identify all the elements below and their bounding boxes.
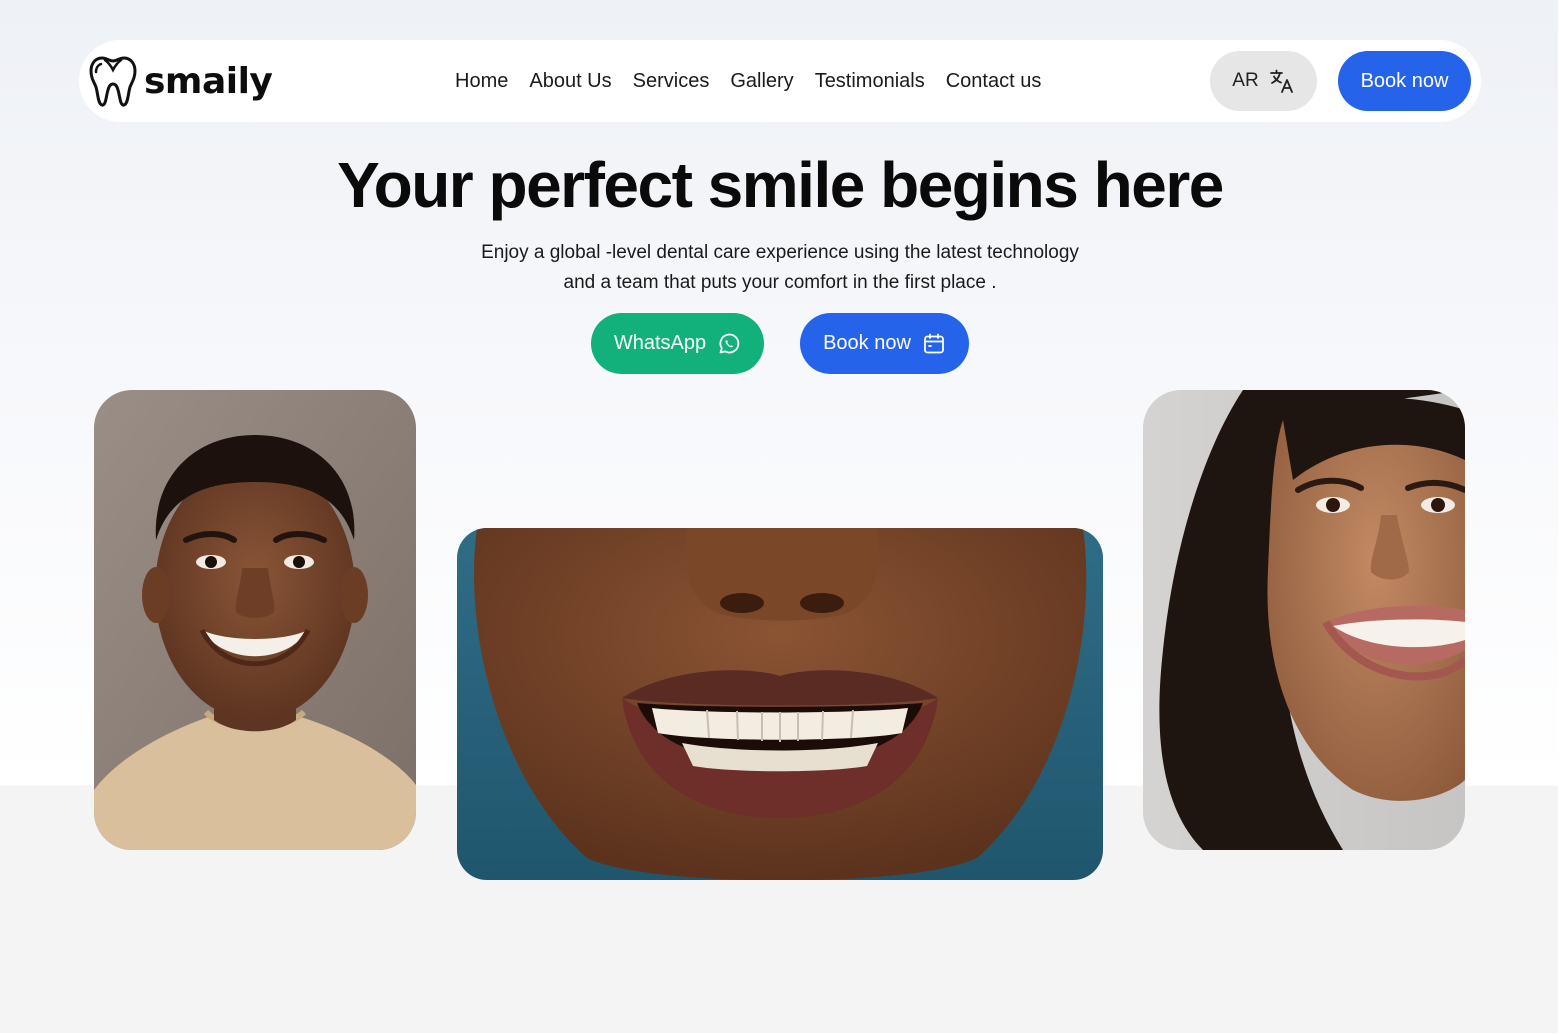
nav-links: Home About Us Services Gallery Testimoni… [455, 40, 1041, 122]
smiling-man-photo [94, 390, 416, 850]
whatsapp-button[interactable]: WhatsApp [591, 313, 764, 374]
nav-link-gallery[interactable]: Gallery [730, 70, 793, 93]
hero-title: Your perfect smile begins here [337, 149, 1224, 221]
nav-book-now-button[interactable]: Book now [1338, 51, 1471, 111]
calendar-icon [924, 333, 944, 353]
smile-closeup-photo [457, 528, 1103, 880]
whatsapp-icon [719, 333, 740, 353]
language-toggle-button[interactable]: AR [1210, 51, 1317, 111]
hero-book-now-label: Book now [823, 332, 911, 354]
whatsapp-button-label: WhatsApp [613, 332, 707, 354]
navbar: smaily Home About Us Services Gallery Te… [79, 40, 1481, 122]
translate-icon [1269, 69, 1293, 93]
language-label: AR [1232, 70, 1259, 91]
hero-subtitle-line-2: and a team that puts your comfort in the… [563, 272, 997, 293]
hero-subtitle-line-1: Enjoy a global -level dental care experi… [481, 242, 1079, 263]
nav-link-about-us[interactable]: About Us [529, 70, 611, 93]
nav-link-contact-us[interactable]: Contact us [946, 70, 1042, 93]
smiling-woman-photo [1143, 390, 1465, 850]
nav-link-testimonials[interactable]: Testimonials [815, 70, 925, 93]
brand-name: smaily [144, 60, 273, 102]
hero-book-now-button[interactable]: Book now [800, 313, 969, 374]
hero-subtitle: Enjoy a global -level dental care experi… [430, 238, 1130, 298]
nav-link-services[interactable]: Services [633, 70, 710, 93]
brand-logo[interactable]: smaily [89, 54, 273, 108]
nav-link-home[interactable]: Home [455, 70, 508, 93]
tooth-icon [89, 56, 137, 107]
